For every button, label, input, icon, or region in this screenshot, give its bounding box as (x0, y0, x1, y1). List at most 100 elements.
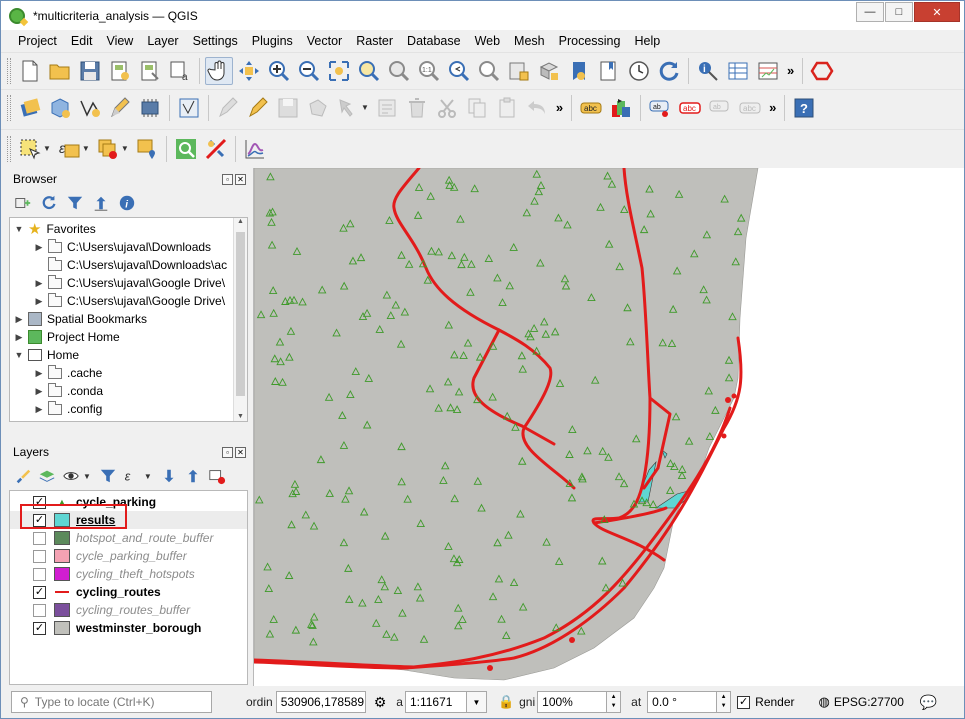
tree-item-google-drive-1[interactable]: ▶ C:\Users\ujaval\Google Drive\ (10, 274, 247, 292)
layer-visibility-checkbox[interactable]: ✓ (33, 621, 46, 635)
model-designer-icon[interactable] (202, 135, 230, 163)
close-panel-button[interactable]: ✕ (235, 446, 246, 458)
filter-by-expression-icon[interactable]: ε (122, 466, 142, 486)
toolbar-more-button[interactable]: » (769, 100, 776, 115)
processing-toolbox-icon[interactable] (172, 135, 200, 163)
collapse-arrow-icon[interactable]: ▼ (14, 224, 24, 234)
toggle-editing-icon[interactable] (244, 94, 272, 122)
deselect-dropdown-icon[interactable]: ▼ (121, 144, 129, 153)
menu-project[interactable]: Project (1, 34, 63, 48)
locator-search-input[interactable]: ⚲ Type to locate (Ctrl+K) (11, 691, 212, 713)
rotation-spinner[interactable]: ▲ ▼ (717, 691, 732, 713)
collapse-arrow-icon[interactable]: ▼ (14, 350, 24, 360)
vertex-tool-dropdown-icon[interactable]: ▼ (361, 103, 369, 112)
menu-processing[interactable]: Processing (551, 34, 627, 48)
toolbar-more-button[interactable]: » (556, 100, 563, 115)
refresh-browser-icon[interactable] (39, 193, 59, 213)
add-group-icon[interactable] (37, 466, 57, 486)
expand-arrow-icon[interactable]: ▶ (34, 296, 44, 307)
deselect-features-icon[interactable] (94, 135, 122, 163)
open-attribute-table-icon[interactable] (724, 57, 752, 85)
toggle-extent-icon[interactable]: ⚙ (374, 694, 387, 711)
refresh-icon[interactable] (655, 57, 683, 85)
label-toolbar-icon[interactable] (607, 94, 635, 122)
menu-edit[interactable]: Edit (63, 34, 99, 48)
remove-layer-icon[interactable] (207, 466, 227, 486)
layer-visibility-checkbox[interactable] (33, 603, 46, 617)
scroll-up-icon[interactable]: ▲ (234, 218, 247, 225)
magnifier-spinner[interactable]: ▲ ▼ (607, 691, 622, 713)
browser-scrollbar[interactable]: ▲ ▼ (233, 218, 247, 421)
layer-row-westminster-borough[interactable]: ✓ westminster_borough (10, 619, 247, 637)
new-geopackage-layer-icon[interactable] (46, 94, 74, 122)
digitize-vertex-icon[interactable] (76, 94, 104, 122)
profile-tool-icon[interactable] (241, 135, 269, 163)
menu-raster[interactable]: Raster (348, 34, 399, 48)
select-features-icon[interactable] (16, 135, 44, 163)
tree-item-spatial-bookmarks[interactable]: ▶ Spatial Bookmarks (10, 310, 247, 328)
toolbar-more-button[interactable]: » (787, 63, 794, 78)
pencil-edit-icon[interactable] (106, 94, 134, 122)
measure-icon[interactable] (808, 57, 836, 85)
lock-scale-icon[interactable]: 🔒 (498, 694, 514, 710)
menu-web[interactable]: Web (467, 34, 506, 48)
expand-arrow-icon[interactable]: ▶ (34, 368, 44, 379)
layout-manager-icon[interactable] (136, 57, 164, 85)
render-checkbox[interactable]: ✓ (737, 695, 751, 709)
expand-arrow-icon[interactable]: ▶ (34, 278, 44, 289)
expand-arrow-icon[interactable]: ▶ (14, 314, 24, 325)
crs-label[interactable]: EPSG:27700 (834, 695, 904, 709)
menu-settings[interactable]: Settings (185, 34, 244, 48)
virtual-layer-icon[interactable] (136, 94, 164, 122)
toolbar-grip[interactable] (7, 94, 11, 121)
menu-plugins[interactable]: Plugins (244, 34, 299, 48)
zoom-in-icon[interactable] (265, 57, 293, 85)
pan-to-selection-icon[interactable] (235, 57, 263, 85)
scroll-thumb[interactable] (236, 232, 245, 396)
temporal-controller-icon[interactable] (625, 57, 653, 85)
current-edits-icon[interactable] (214, 94, 242, 122)
close-button[interactable]: ✕ (914, 2, 960, 22)
properties-info-icon[interactable]: i (117, 193, 137, 213)
move-label-icon[interactable]: ab (706, 94, 734, 122)
filter-browser-icon[interactable] (65, 193, 85, 213)
expand-arrow-icon[interactable]: ▶ (34, 404, 44, 415)
zoom-full-icon[interactable] (325, 57, 353, 85)
zoom-next-icon[interactable] (475, 57, 503, 85)
visibility-dropdown-icon[interactable]: ▼ (83, 472, 91, 481)
label-layer-icon[interactable]: abc (577, 94, 605, 122)
layer-visibility-checkbox[interactable]: ✓ (33, 585, 46, 599)
layer-visibility-checkbox[interactable] (33, 567, 46, 581)
pin-label-icon[interactable]: ab (646, 94, 674, 122)
delete-selected-icon[interactable] (403, 94, 431, 122)
rotation-field[interactable]: 0.0 ° (647, 691, 718, 713)
messages-icon[interactable]: 💬 (920, 694, 937, 711)
layer-styling-icon[interactable] (13, 466, 33, 486)
collapse-all-icon[interactable] (91, 193, 111, 213)
zoom-out-icon[interactable] (295, 57, 323, 85)
zoom-to-selection-icon[interactable] (355, 57, 383, 85)
expand-arrow-icon[interactable]: ▶ (14, 332, 24, 343)
select-by-expression-icon[interactable]: ε (55, 135, 83, 163)
tree-item-config[interactable]: ▶ .config (10, 400, 247, 418)
zoom-last-icon[interactable] (445, 57, 473, 85)
expand-arrow-icon[interactable]: ▶ (34, 242, 44, 253)
tree-item-cache[interactable]: ▶ .cache (10, 364, 247, 382)
bookmark-icon[interactable] (565, 57, 593, 85)
open-project-icon[interactable] (46, 57, 74, 85)
layer-visibility-checkbox[interactable] (33, 531, 46, 545)
menu-layer[interactable]: Layer (139, 34, 184, 48)
identify-features-icon[interactable]: i (694, 57, 722, 85)
add-selected-layers-icon[interactable] (13, 193, 33, 213)
zoom-to-layer-icon[interactable] (385, 57, 413, 85)
expression-dropdown-icon[interactable]: ▼ (144, 472, 152, 481)
expression-dropdown-icon[interactable]: ▼ (82, 144, 90, 153)
select-dropdown-icon[interactable]: ▼ (43, 144, 51, 153)
layer-row-hotspot-and-route-buffer[interactable]: hotspot_and_route_buffer (10, 529, 247, 547)
statistical-summary-icon[interactable] (754, 57, 782, 85)
minimize-button[interactable]: — (856, 2, 884, 22)
copy-features-icon[interactable] (463, 94, 491, 122)
save-project-icon[interactable] (76, 57, 104, 85)
layer-row-cycle-parking-buffer[interactable]: cycle_parking_buffer (10, 547, 247, 565)
show-bookmarks-icon[interactable] (595, 57, 623, 85)
